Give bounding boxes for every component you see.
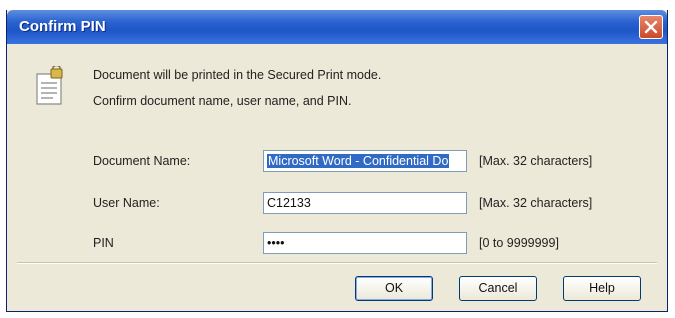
dialog-body: Document will be printed in the Secured … (7, 44, 667, 311)
cancel-button[interactable]: Cancel (459, 276, 537, 301)
pin-value: •••• (267, 236, 285, 250)
document-name-value: Microsoft Word - Confidential Do (267, 154, 450, 168)
confirm-pin-dialog: Confirm PIN Document will be printed in … (6, 10, 668, 312)
pin-hint: [0 to 9999999] (479, 236, 559, 250)
divider (17, 262, 657, 264)
message-line-2: Confirm document name, user name, and PI… (93, 94, 352, 108)
ok-button[interactable]: OK (355, 276, 433, 301)
close-button[interactable] (639, 15, 663, 39)
locked-document-icon (36, 66, 63, 105)
help-button[interactable]: Help (563, 276, 641, 301)
user-name-label: User Name: (93, 196, 160, 210)
dialog-title: Confirm PIN (19, 18, 106, 35)
document-name-label: Document Name: (93, 154, 191, 168)
pin-field[interactable]: •••• (263, 232, 467, 254)
user-name-hint: [Max. 32 characters] (479, 196, 593, 210)
document-name-hint: [Max. 32 characters] (479, 154, 593, 168)
pin-label: PIN (93, 236, 114, 250)
user-name-field[interactable]: C12133 (263, 192, 467, 214)
close-icon (644, 20, 658, 34)
document-name-field[interactable]: Microsoft Word - Confidential Do (263, 150, 467, 172)
message-line-1: Document will be printed in the Secured … (93, 68, 382, 82)
title-bar[interactable]: Confirm PIN (7, 10, 667, 44)
user-name-value: C12133 (267, 196, 311, 210)
